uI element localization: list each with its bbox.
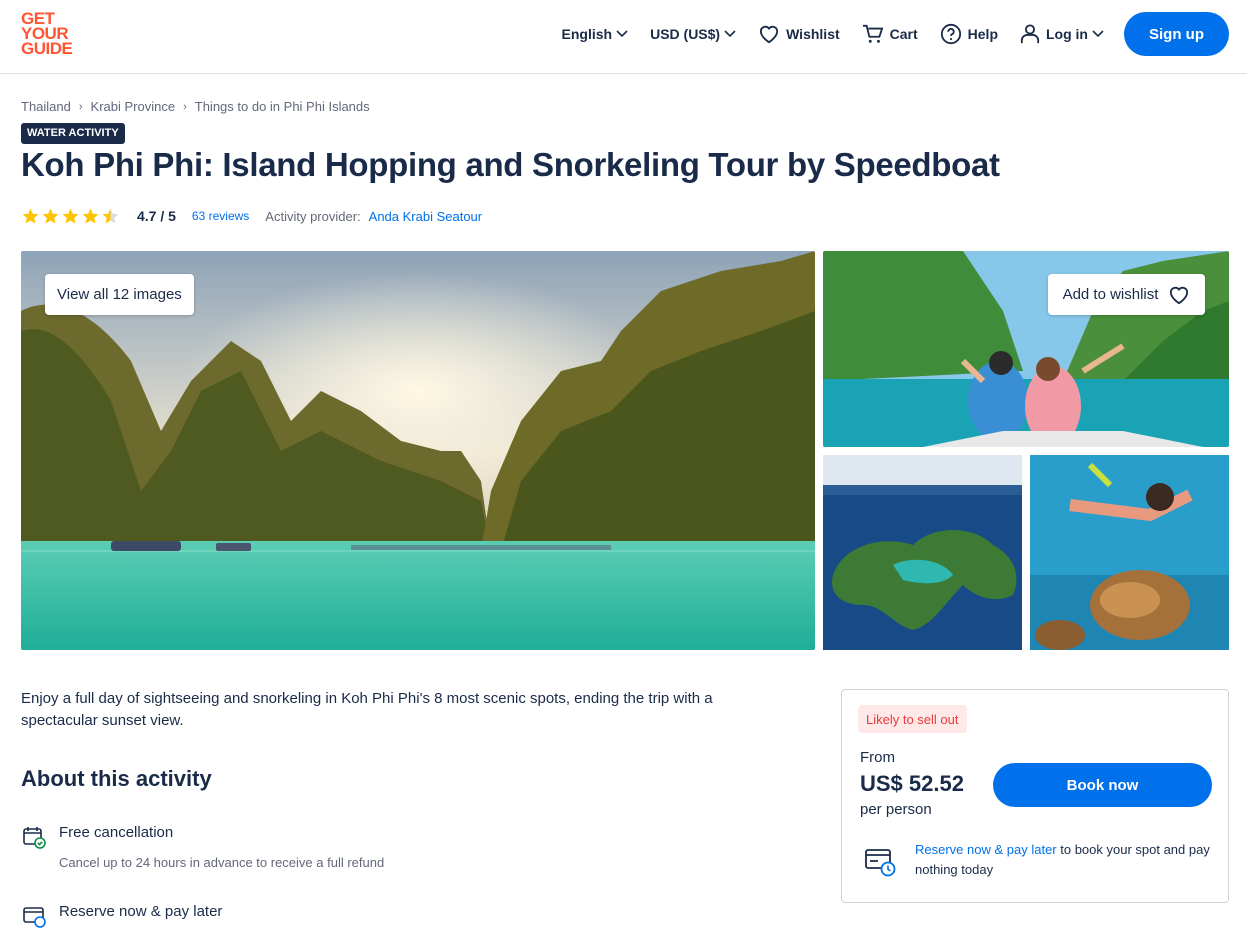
cart-link[interactable]: Cart bbox=[862, 24, 918, 44]
snorkeler-image bbox=[1030, 455, 1229, 650]
header-nav: English USD (US$) Wishlist Cart Help Log… bbox=[540, 12, 1229, 56]
booking-box: Likely to sell out From US$ 52.52 per pe… bbox=[841, 689, 1229, 903]
gallery-image-3[interactable] bbox=[823, 455, 1022, 650]
wishlist-label: Wishlist bbox=[786, 26, 840, 42]
rating-stars bbox=[21, 207, 121, 226]
star-icon bbox=[82, 208, 99, 224]
chevron-right-icon: › bbox=[183, 100, 187, 113]
feature-title: Reserve now & pay later bbox=[59, 903, 223, 920]
chevron-down-icon bbox=[724, 30, 736, 38]
language-selector[interactable]: English bbox=[562, 26, 629, 42]
feature-title: Free cancellation bbox=[59, 824, 174, 841]
heart-icon bbox=[1170, 286, 1189, 304]
breadcrumb-item-thailand[interactable]: Thailand bbox=[21, 99, 71, 114]
page-title: Koh Phi Phi: Island Hopping and Snorkeli… bbox=[21, 146, 1000, 183]
help-label: Help bbox=[967, 26, 998, 42]
question-circle-icon bbox=[940, 23, 961, 45]
cart-icon bbox=[862, 24, 883, 43]
book-now-button[interactable]: Book now bbox=[993, 763, 1212, 807]
breadcrumb-item-krabi[interactable]: Krabi Province bbox=[91, 99, 176, 114]
add-to-wishlist-label: Add to wishlist bbox=[1062, 286, 1159, 303]
view-all-images-button[interactable]: View all 12 images bbox=[45, 274, 194, 315]
language-label: English bbox=[561, 26, 613, 42]
feature-reserve-pay-later: Reserve now & pay later bbox=[21, 903, 222, 934]
card-clock-icon bbox=[864, 847, 896, 882]
currency-selector[interactable]: USD (US$) bbox=[650, 26, 736, 42]
reserve-pay-later-text: Reserve now & pay later to book your spo… bbox=[915, 840, 1215, 880]
star-icon bbox=[62, 208, 79, 224]
price-from-label: From bbox=[860, 749, 895, 766]
category-badge: WATER ACTIVITY bbox=[21, 123, 125, 144]
chevron-down-icon bbox=[616, 30, 628, 38]
provider-link[interactable]: Anda Krabi Seatour bbox=[369, 209, 482, 224]
login-label: Log in bbox=[1046, 26, 1088, 42]
add-to-wishlist-button[interactable]: Add to wishlist bbox=[1048, 274, 1205, 315]
island-aerial-image bbox=[823, 455, 1022, 650]
star-icon bbox=[42, 208, 59, 224]
feature-description: Cancel up to 24 hours in advance to rece… bbox=[59, 855, 385, 870]
logo-line-3: GUIDE bbox=[21, 39, 73, 58]
getyourguide-logo[interactable]: GET YOUR GUIDE bbox=[21, 10, 81, 58]
chevron-down-icon bbox=[1092, 30, 1104, 38]
currency-label: USD (US$) bbox=[650, 26, 721, 42]
calendar-check-icon bbox=[21, 824, 59, 870]
wishlist-link[interactable]: Wishlist bbox=[758, 24, 840, 44]
star-icon bbox=[22, 208, 39, 224]
reserve-pay-later-link[interactable]: Reserve now & pay later bbox=[915, 842, 1057, 857]
per-person-label: per person bbox=[860, 801, 932, 818]
chevron-right-icon: › bbox=[78, 100, 83, 113]
reviews-link[interactable]: 63 reviews bbox=[192, 209, 249, 223]
activity-intro: Enjoy a full day of sightseeing and snor… bbox=[21, 690, 713, 729]
likely-to-sell-out-badge: Likely to sell out bbox=[858, 705, 967, 733]
rating-row: 4.7 / 5 63 reviews Activity provider: An… bbox=[21, 205, 482, 227]
user-icon bbox=[1020, 24, 1040, 44]
feature-free-cancellation: Free cancellation Cancel up to 24 hours … bbox=[21, 824, 384, 870]
help-link[interactable]: Help bbox=[940, 23, 998, 45]
price-value: US$ 52.52 bbox=[860, 771, 964, 796]
cart-label: Cart bbox=[889, 26, 918, 42]
gallery-image-4[interactable] bbox=[1030, 455, 1229, 650]
login-menu[interactable]: Log in bbox=[1020, 23, 1104, 45]
site-header: GET YOUR GUIDE English USD (US$) Wishlis… bbox=[0, 0, 1247, 74]
heart-icon bbox=[760, 25, 779, 44]
breadcrumb: Thailand › Krabi Province › Things to do… bbox=[21, 99, 370, 114]
signup-button[interactable]: Sign up bbox=[1124, 12, 1229, 56]
about-heading: About this activity bbox=[21, 766, 212, 791]
breadcrumb-item-phi-phi[interactable]: Things to do in Phi Phi Islands bbox=[195, 99, 370, 114]
provider-label: Activity provider: bbox=[265, 208, 361, 224]
star-half-icon bbox=[102, 208, 119, 224]
card-clock-icon bbox=[21, 903, 59, 934]
rating-value: 4.7 / 5 bbox=[137, 208, 176, 224]
